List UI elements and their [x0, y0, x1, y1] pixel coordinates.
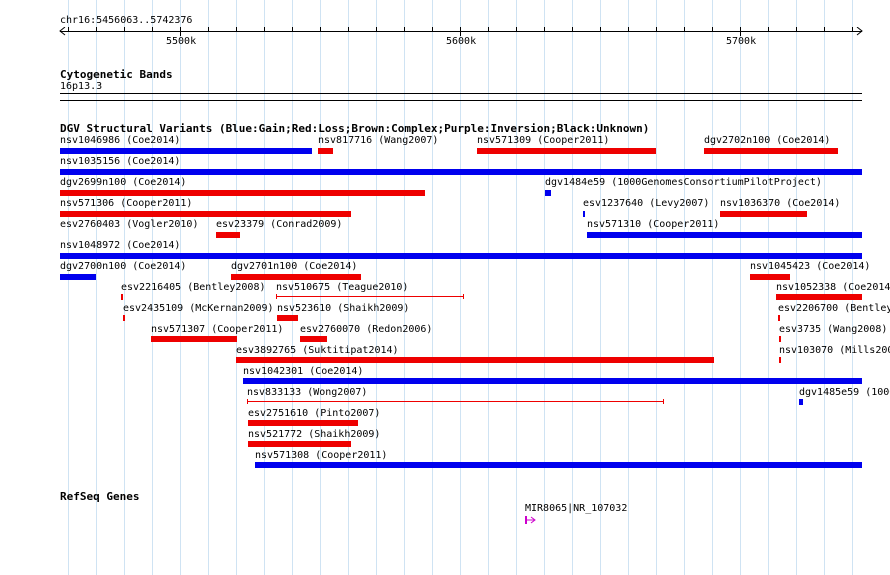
feature-label[interactable]: nsv571307 (Cooper2011) — [151, 324, 283, 336]
loss-bar[interactable] — [248, 420, 358, 426]
gain-bar[interactable] — [545, 190, 551, 196]
feature-label[interactable]: esv2760403 (Vogler2010) — [60, 219, 198, 231]
loss-bar[interactable] — [477, 148, 656, 154]
feature-label[interactable]: esv2751610 (Pinto2007) — [248, 408, 380, 420]
loss-span-cap — [247, 399, 248, 404]
gain-bar[interactable] — [799, 399, 803, 405]
grid-line — [684, 0, 685, 575]
feature-label[interactable]: dgv2701n100 (Coe2014) — [231, 261, 357, 273]
loss-bar[interactable] — [60, 211, 351, 217]
feature-label[interactable]: esv2435109 (McKernan2009) — [123, 303, 274, 315]
feature-label[interactable]: nsv103070 (Mills200 — [779, 345, 890, 357]
gene-label[interactable]: MIR8065|NR_107032 — [525, 503, 627, 515]
grid-line — [544, 0, 545, 575]
feature-label[interactable]: nsv1042301 (Coe2014) — [243, 366, 363, 378]
grid-line — [488, 0, 489, 575]
feature-label[interactable]: dgv1485e59 (1000 — [799, 387, 890, 399]
loss-span-cap — [463, 294, 464, 299]
grid-line — [516, 0, 517, 575]
loss-bar[interactable] — [248, 441, 351, 447]
feature-label[interactable]: nsv571310 (Cooper2011) — [587, 219, 719, 231]
feature-label[interactable]: nsv1046986 (Coe2014) — [60, 135, 180, 147]
grid-line — [572, 0, 573, 575]
loss-bar[interactable] — [779, 336, 781, 342]
loss-bar[interactable] — [750, 274, 790, 280]
feature-label[interactable]: nsv1048972 (Coe2014) — [60, 240, 180, 252]
feature-label[interactable]: dgv2702n100 (Coe2014) — [704, 135, 830, 147]
loss-bar[interactable] — [123, 315, 125, 321]
feature-label[interactable]: dgv2700n100 (Coe2014) — [60, 261, 186, 273]
feature-label[interactable]: dgv1484e59 (1000GenomesConsortiumPilotPr… — [545, 177, 822, 189]
gain-bar[interactable] — [60, 274, 96, 280]
feature-label[interactable]: esv23379 (Conrad2009) — [216, 219, 342, 231]
gene-strand-arrow-icon[interactable] — [525, 515, 537, 525]
grid-line — [460, 0, 461, 575]
tick-label-5500k: 5500k — [166, 36, 197, 47]
grid-line — [656, 0, 657, 575]
gain-bar[interactable] — [255, 462, 862, 468]
dgv-track-title[interactable]: DGV Structural Variants (Blue:Gain;Red:L… — [60, 122, 649, 135]
grid-line — [628, 0, 629, 575]
cytoband-line-top — [60, 93, 862, 94]
gain-bar[interactable] — [587, 232, 862, 238]
tick-label-5700k: 5700k — [726, 36, 757, 47]
feature-label[interactable]: nsv521772 (Shaikh2009) — [248, 429, 380, 441]
loss-bar[interactable] — [277, 315, 298, 321]
feature-label[interactable]: esv1237640 (Levy2007) — [583, 198, 709, 210]
feature-label[interactable]: esv2216405 (Bentley2008) — [121, 282, 266, 294]
loss-bar[interactable] — [121, 294, 123, 300]
gain-bar[interactable] — [60, 148, 312, 154]
loss-bar[interactable] — [318, 148, 333, 154]
feature-label[interactable]: nsv523610 (Shaikh2009) — [277, 303, 409, 315]
feature-label[interactable]: nsv1035156 (Coe2014) — [60, 156, 180, 168]
feature-label[interactable]: esv3892765 (Suktitipat2014) — [236, 345, 399, 357]
loss-bar[interactable] — [779, 357, 781, 363]
loss-bar[interactable] — [60, 190, 425, 196]
loss-span-line[interactable] — [276, 296, 464, 297]
feature-label[interactable]: nsv833133 (Wong2007) — [247, 387, 367, 399]
tick-label-5600k: 5600k — [446, 36, 477, 47]
feature-label[interactable]: nsv1052338 (Coe2014 — [776, 282, 890, 294]
feature-label[interactable]: esv3735 (Wang2008) — [779, 324, 887, 336]
feature-label[interactable]: esv2760070 (Redon2006) — [300, 324, 432, 336]
cytoband-line-bottom — [60, 100, 862, 101]
loss-bar[interactable] — [778, 315, 780, 321]
grid-line — [740, 0, 741, 575]
loss-bar[interactable] — [216, 232, 240, 238]
loss-span-cap — [663, 399, 664, 404]
feature-label[interactable]: nsv571308 (Cooper2011) — [255, 450, 387, 462]
loss-span-line[interactable] — [247, 401, 664, 402]
refseq-track-title[interactable]: RefSeq Genes — [60, 490, 139, 503]
loss-bar[interactable] — [300, 336, 327, 342]
feature-label[interactable]: esv2206700 (Bentley — [778, 303, 890, 315]
grid-line — [432, 0, 433, 575]
scroll-left-arrow-icon[interactable] — [58, 27, 66, 36]
feature-label[interactable]: nsv571309 (Cooper2011) — [477, 135, 609, 147]
feature-label[interactable]: dgv2699n100 (Coe2014) — [60, 177, 186, 189]
feature-label[interactable]: nsv1036370 (Coe2014) — [720, 198, 840, 210]
loss-bar[interactable] — [151, 336, 237, 342]
feature-label[interactable]: nsv510675 (Teague2010) — [276, 282, 408, 294]
scroll-right-arrow-icon[interactable] — [856, 27, 864, 36]
loss-bar[interactable] — [231, 274, 361, 280]
gain-bar[interactable] — [243, 378, 862, 384]
loss-bar[interactable] — [720, 211, 807, 217]
feature-label[interactable]: nsv1045423 (Coe2014) — [750, 261, 870, 273]
grid-line — [600, 0, 601, 575]
cytoband-track-title[interactable]: Cytogenetic Bands — [60, 68, 173, 81]
grid-line — [712, 0, 713, 575]
gain-bar[interactable] — [60, 169, 862, 175]
feature-label[interactable]: nsv817716 (Wang2007) — [318, 135, 438, 147]
loss-span-cap — [276, 294, 277, 299]
region-label: chr16:5456063..5742376 — [60, 15, 193, 26]
loss-bar[interactable] — [236, 357, 714, 363]
feature-label[interactable]: nsv571306 (Cooper2011) — [60, 198, 192, 210]
gain-bar[interactable] — [60, 253, 862, 259]
gain-bar[interactable] — [583, 211, 585, 217]
cytoband-label: 16p13.3 — [60, 81, 103, 92]
loss-bar[interactable] — [704, 148, 838, 154]
grid-line — [768, 0, 769, 575]
loss-bar[interactable] — [776, 294, 862, 300]
